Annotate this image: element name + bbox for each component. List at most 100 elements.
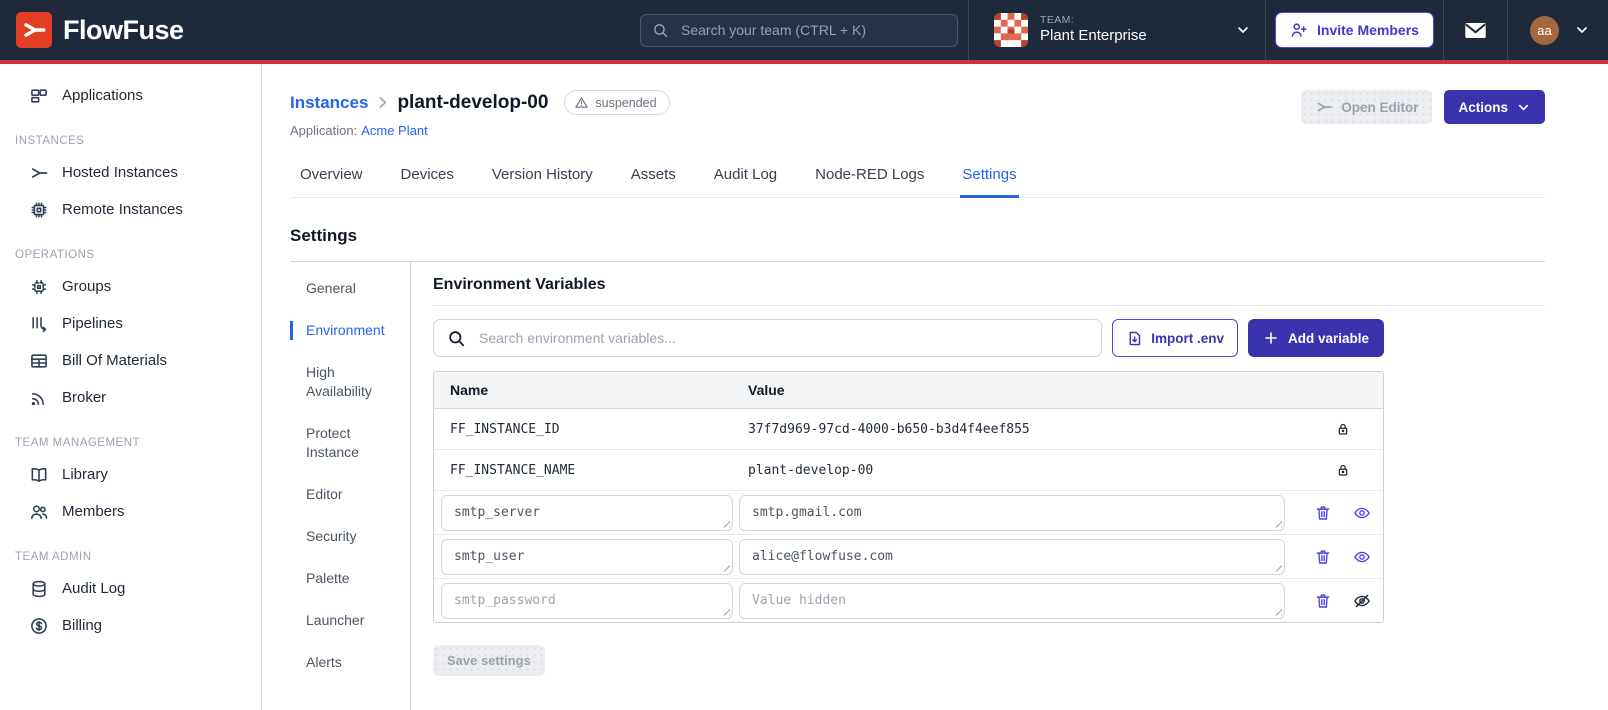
env-var-name-field [441, 538, 733, 575]
settings-nav-editor[interactable]: Editor [290, 485, 410, 504]
sidebar-item-label: Hosted Instances [62, 164, 178, 181]
team-switcher[interactable]: TEAM: Plant Enterprise [968, 0, 1265, 60]
import-env-label: Import .env [1151, 330, 1224, 346]
sidebar-item-label: Audit Log [62, 580, 126, 597]
breadcrumb-instances-link[interactable]: Instances [290, 93, 368, 113]
plus-icon [1263, 330, 1279, 346]
settings-body: General Environment High Availability Prote… [290, 262, 1545, 710]
sidebar-section-instances: INSTANCES [15, 135, 85, 147]
application-line: Application: Acme Plant [290, 123, 670, 138]
tab-overview[interactable]: Overview [298, 160, 365, 198]
sidebar-item-pipelines[interactable]: Pipelines [0, 305, 261, 342]
settings-nav-high-availability[interactable]: High Availability [290, 363, 410, 401]
tab-node-red-logs[interactable]: Node-RED Logs [813, 160, 926, 198]
settings-nav-environment[interactable]: Environment [290, 321, 410, 340]
user-menu[interactable]: aa [1507, 0, 1608, 60]
sidebar-item-label: Members [62, 503, 125, 520]
settings-nav-alerts[interactable]: Alerts [290, 653, 410, 672]
toggle-value-visibility-button[interactable] [1353, 504, 1371, 522]
table-header: Name Value [434, 372, 1383, 409]
actions-label: Actions [1458, 99, 1508, 115]
toggle-value-visibility-button[interactable] [1353, 548, 1371, 566]
env-var-value-input[interactable] [740, 495, 1284, 530]
actions-button[interactable]: Actions [1444, 90, 1545, 124]
library-icon [29, 465, 49, 485]
toggle-value-visibility-button[interactable] [1353, 592, 1371, 610]
invite-members-button[interactable]: Invite Members [1275, 12, 1434, 48]
sidebar-item-hosted-instances[interactable]: Hosted Instances [0, 154, 261, 191]
sidebar-item-billing[interactable]: Billing [0, 607, 261, 644]
search-icon [652, 22, 669, 39]
tab-devices[interactable]: Devices [399, 160, 456, 198]
delete-variable-button[interactable] [1314, 592, 1332, 610]
settings-nav-launcher[interactable]: Launcher [290, 611, 410, 630]
env-var-value: plant-develop-00 [748, 463, 874, 478]
sidebar-item-bill-of-materials[interactable]: Bill Of Materials [0, 342, 261, 379]
open-editor-button[interactable]: Open Editor [1301, 90, 1433, 124]
sidebar-item-members[interactable]: Members [0, 493, 261, 530]
delete-variable-button[interactable] [1314, 548, 1332, 566]
add-variable-button[interactable]: Add variable [1247, 319, 1384, 357]
tab-version-history[interactable]: Version History [490, 160, 595, 198]
env-variables-table: Name Value FF_INSTANCE_ID 37f7d969-97cd-… [433, 371, 1384, 623]
env-var-name-input[interactable] [442, 495, 732, 530]
env-var-value-input[interactable] [740, 539, 1284, 574]
notifications-button[interactable] [1443, 0, 1507, 60]
sidebar-item-applications[interactable]: Applications [0, 77, 261, 114]
team-meta: TEAM: Plant Enterprise [1040, 14, 1223, 46]
main-sidebar: Applications INSTANCES Hosted Instances Rem… [0, 64, 262, 710]
team-search-input[interactable] [679, 21, 946, 39]
env-search-input[interactable] [477, 329, 1089, 347]
env-var-row [434, 490, 1383, 534]
settings-nav-palette[interactable]: Palette [290, 569, 410, 588]
editor-branch-icon [1315, 98, 1333, 116]
tab-audit-log[interactable]: Audit Log [712, 160, 779, 198]
column-header-value: Value [748, 382, 785, 398]
sidebar-item-library[interactable]: Library [0, 456, 261, 493]
env-var-row: FF_INSTANCE_ID 37f7d969-97cd-4000-b650-b… [434, 409, 1383, 449]
env-var-name-input[interactable] [442, 539, 732, 574]
settings-nav-protect-instance[interactable]: Protect Instance [290, 424, 410, 462]
sidebar-section-team-admin: TEAM ADMIN [15, 551, 92, 563]
settings-nav-security[interactable]: Security [290, 527, 410, 546]
import-env-button[interactable]: Import .env [1112, 319, 1238, 357]
sidebar-item-label: Bill Of Materials [62, 352, 168, 369]
env-var-name-input[interactable] [442, 583, 732, 618]
status-badge: suspended [564, 90, 670, 115]
tab-assets[interactable]: Assets [629, 160, 678, 198]
sidebar-item-label: Library [62, 466, 108, 483]
header-right: TEAM: Plant Enterprise Invite Members aa [968, 0, 1608, 60]
delete-variable-button[interactable] [1314, 504, 1332, 522]
application-link[interactable]: Acme Plant [361, 123, 427, 138]
top-navigation: FlowFuse TEAM: Plant Enterprise [0, 0, 1608, 64]
environment-controls: Import .env Add variable [433, 319, 1384, 357]
env-var-row [434, 534, 1383, 578]
settings-nav-general[interactable]: General [290, 279, 410, 298]
invite-section: Invite Members [1265, 0, 1443, 60]
brand-home-link[interactable]: FlowFuse [0, 12, 640, 48]
sidebar-item-audit-log[interactable]: Audit Log [0, 570, 261, 607]
chevron-down-icon [1235, 22, 1251, 38]
sidebar-item-broker[interactable]: Broker [0, 379, 261, 416]
sidebar-item-label: Applications [62, 87, 143, 104]
env-var-name: FF_INSTANCE_NAME [450, 463, 576, 478]
env-var-value-input[interactable] [740, 583, 1284, 618]
status-badge-label: suspended [595, 95, 657, 110]
save-settings-button[interactable]: Save settings [433, 645, 545, 676]
invite-members-label: Invite Members [1317, 22, 1419, 38]
env-search [433, 319, 1103, 357]
tab-settings[interactable]: Settings [960, 160, 1019, 198]
bill-of-materials-icon [29, 351, 49, 371]
column-header-name: Name [450, 382, 489, 398]
document-download-icon [1126, 330, 1143, 347]
breadcrumb: Instances plant-develop-00 suspended [290, 90, 670, 115]
groups-icon [29, 277, 49, 297]
hosted-instances-icon [29, 163, 49, 183]
env-var-value-field [739, 582, 1285, 619]
env-var-row: FF_INSTANCE_NAME plant-develop-00 [434, 449, 1383, 490]
environment-panel: Environment Variables Search environment… [411, 262, 1545, 710]
page-actions: Open Editor Actions [1301, 90, 1545, 124]
sidebar-item-remote-instances[interactable]: Remote Instances [0, 191, 261, 228]
members-icon [29, 502, 49, 522]
sidebar-item-groups[interactable]: Groups [0, 268, 261, 305]
